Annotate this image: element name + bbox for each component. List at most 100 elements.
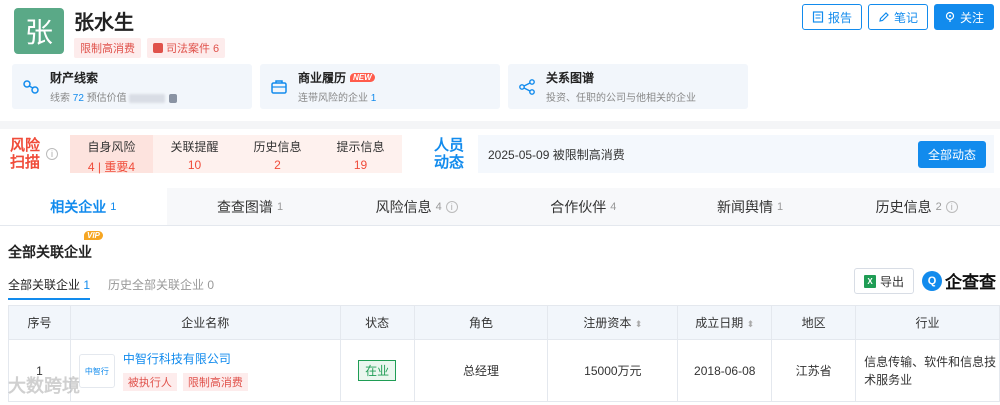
related-companies-table: 序号 企业名称 状态 角色 注册资本 ⬍ 成立日期 ⬍ 地区 行业 1 中智行 …	[8, 305, 1000, 402]
company-name-link[interactable]: 中智行科技有限公司	[123, 350, 248, 367]
risk-item-count: 10	[187, 158, 202, 172]
risk-scan-logo: 风险 扫描	[10, 137, 40, 171]
col-capital[interactable]: 注册资本 ⬍	[547, 305, 679, 340]
vip-badge: VIP	[84, 231, 103, 240]
card-business-history[interactable]: 商业履历 NEW 连带风险的企业 1	[260, 64, 500, 109]
people-dynamics-logo: 人员 动态	[434, 137, 464, 171]
tab-label: 风险信息	[375, 198, 432, 215]
card-graph-sub: 投资、任职的公司与他相关的企业	[546, 93, 696, 104]
card-business-title: 商业履历 NEW	[298, 69, 376, 86]
card-property-title: 财产线索	[50, 71, 99, 85]
card-property-sub: 线索 72 预估价值	[50, 89, 178, 104]
risk-scan-bar: 风险 扫描 i 自身风险 4 | 重要4 关联提醒 10 历史信息 2 提示信息…	[0, 131, 1000, 177]
risk-item-label: 历史信息	[253, 140, 302, 154]
blurred-value	[129, 93, 166, 103]
tab-partners[interactable]: 合作伙伴 4	[500, 188, 667, 225]
risk-items: 自身风险 4 | 重要4 关联提醒 10 历史信息 2 提示信息 19	[70, 135, 402, 174]
tab-count: 4	[435, 200, 442, 213]
company-logo[interactable]: 中智行	[78, 354, 115, 388]
avatar: 张	[14, 8, 64, 54]
col-role: 角色	[413, 305, 549, 340]
col-company: 企业名称	[69, 305, 341, 340]
brand-logo: Q 企查查	[922, 268, 996, 293]
tab-risk-info[interactable]: 风险信息 4 i	[333, 188, 500, 225]
card-relationship-graph[interactable]: 关系图谱 投资、任职的公司与他相关的企业	[508, 64, 748, 109]
tab-count: 2	[935, 200, 942, 213]
cell-industry: 信息传输、软件和信息技术服务业	[855, 339, 1000, 402]
card-business-title-text: 商业履历	[298, 71, 347, 85]
latest-dynamic-text[interactable]: 2025-05-09 被限制高消费	[488, 146, 625, 163]
report-button[interactable]: 报告	[801, 4, 862, 30]
linked-risk-label: 连带风险的企业	[298, 93, 368, 104]
tag-judicial-cases[interactable]: 司法案件 6	[147, 38, 226, 58]
info-icon[interactable]: i	[445, 200, 458, 213]
report-label: 报告	[827, 10, 852, 25]
brand-text: 企查查	[945, 273, 996, 292]
cell-founded: 2018-06-08	[677, 339, 773, 402]
profile-header: 张 张水生 限制高消费 司法案件 6 报告 笔记 关注 财产线索 线索 72 预…	[0, 0, 1000, 120]
tab-related-companies[interactable]: 相关企业 1	[0, 188, 167, 225]
tab-label: 新闻舆情	[716, 198, 773, 215]
sort-icon[interactable]: ⬍	[635, 319, 643, 329]
risk-item-label: 关联提醒	[170, 140, 219, 154]
tab-label: 查查图谱	[216, 198, 273, 215]
all-dynamics-button[interactable]: 全部动态	[918, 141, 986, 168]
people-logo-line1: 人员	[434, 137, 465, 154]
risk-item-history[interactable]: 历史信息 2	[236, 135, 319, 173]
export-button[interactable]: X 导出	[854, 268, 914, 294]
risk-item-hints[interactable]: 提示信息 19	[319, 135, 402, 173]
sort-icon[interactable]: ⬍	[747, 319, 755, 329]
company-tag[interactable]: 限制高消费	[182, 373, 248, 391]
tab-label: 历史信息	[875, 198, 932, 215]
follow-label: 关注	[959, 10, 984, 25]
col-industry: 行业	[855, 305, 1000, 340]
person-tags: 限制高消费 司法案件 6	[74, 38, 226, 58]
clue-label: 线索	[50, 93, 70, 104]
cell-region: 江苏省	[771, 339, 857, 402]
tab-count: 1	[776, 200, 784, 213]
company-tag[interactable]: 被执行人	[122, 373, 177, 391]
edit-icon	[879, 12, 889, 22]
risk-scan-logo-line2: 扫描	[10, 154, 41, 171]
cell-status: 在业	[339, 339, 415, 402]
section-title: 全部关联企业	[8, 244, 92, 260]
card-business-sub: 连带风险的企业 1	[298, 89, 376, 104]
risk-item-count: 2	[274, 158, 281, 172]
tag-restricted-consumption[interactable]: 限制高消费	[74, 38, 141, 58]
risk-item-related[interactable]: 关联提醒 10	[153, 135, 236, 173]
section-divider	[0, 121, 1000, 129]
subtab-count: 1	[83, 278, 91, 292]
col-index: 序号	[8, 305, 71, 340]
risk-item-self[interactable]: 自身风险 4 | 重要4	[70, 135, 153, 174]
follow-button[interactable]: 关注	[933, 4, 994, 30]
header-actions: 报告 笔记 关注	[801, 4, 994, 30]
briefcase-icon	[271, 79, 287, 94]
subtab-all-related[interactable]: 全部关联企业 1	[8, 276, 91, 300]
cell-role: 总经理	[413, 339, 549, 402]
people-logo-line2: 动态	[434, 154, 465, 171]
col-capital-label: 注册资本	[583, 316, 632, 330]
subtab-label: 历史全部关联企业	[108, 278, 205, 292]
lock-icon	[169, 93, 178, 103]
note-button[interactable]: 笔记	[867, 4, 928, 30]
location-pin-icon	[945, 11, 955, 22]
link-icon	[23, 79, 39, 94]
main-tabs: 相关企业 1 查查图谱 1 风险信息 4 i 合作伙伴 4 新闻舆情 1 历史信息 2 i	[0, 188, 1000, 226]
subtab-history-related[interactable]: 历史全部关联企业 0	[108, 276, 214, 300]
info-icon[interactable]: i	[945, 200, 958, 213]
card-property-clues[interactable]: 财产线索 线索 72 预估价值	[12, 64, 252, 109]
new-badge: NEW	[350, 73, 375, 82]
tab-history[interactable]: 历史信息 2 i	[833, 188, 1000, 225]
tab-graph[interactable]: 查查图谱 1	[167, 188, 334, 225]
card-graph-title: 关系图谱	[546, 71, 595, 85]
tab-label: 相关企业	[50, 198, 107, 215]
linked-risk-count: 1	[370, 93, 377, 104]
excel-icon: X	[863, 274, 876, 288]
info-icon[interactable]: i	[46, 148, 58, 160]
people-dynamics-bar: 2025-05-09 被限制高消费 全部动态	[478, 135, 994, 173]
tab-label: 合作伙伴	[550, 198, 607, 215]
col-founded[interactable]: 成立日期 ⬍	[677, 305, 773, 340]
tab-news[interactable]: 新闻舆情 1	[667, 188, 834, 225]
subtabs: 全部关联企业 1 历史全部关联企业 0	[8, 276, 214, 300]
tab-count: 4	[610, 200, 617, 213]
